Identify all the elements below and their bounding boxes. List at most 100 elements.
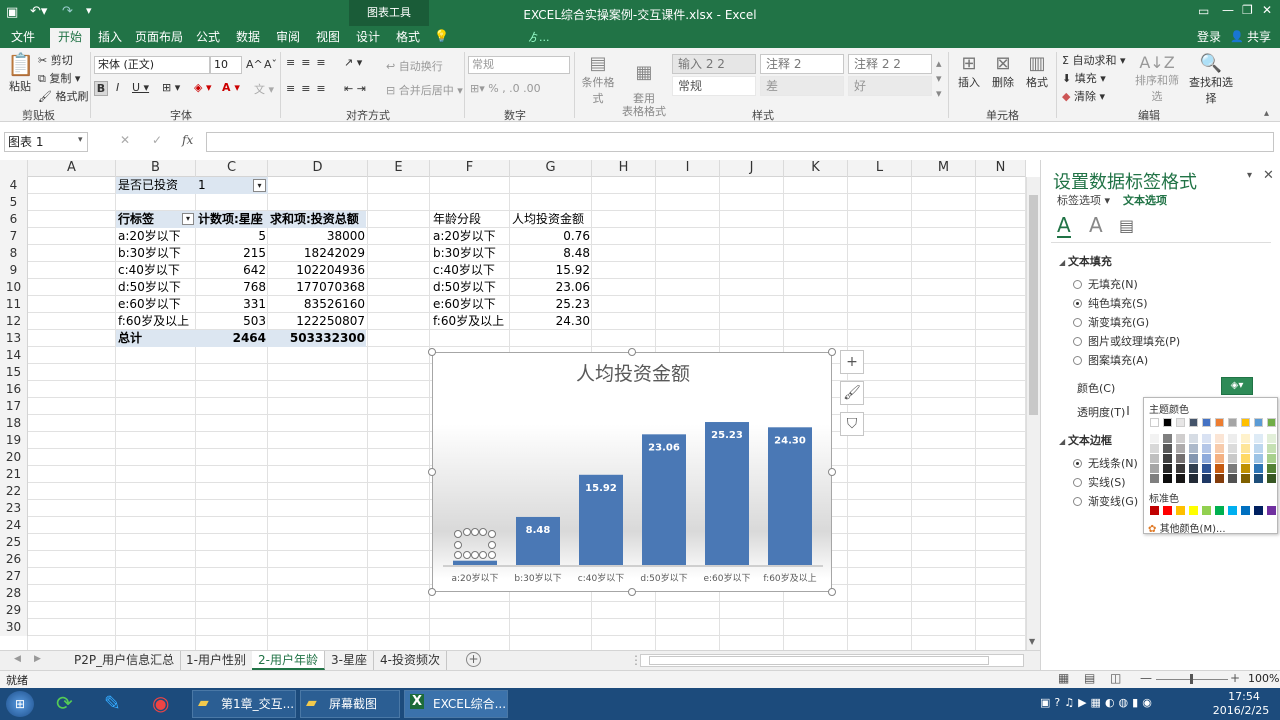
color-swatch[interactable] bbox=[1202, 474, 1211, 483]
standard-color-swatch[interactable] bbox=[1150, 506, 1159, 515]
style-good[interactable]: 好 bbox=[848, 76, 932, 96]
label-selection-handle[interactable] bbox=[471, 551, 479, 559]
normal-view-icon[interactable]: ▦ bbox=[1058, 671, 1069, 685]
pivot-sum[interactable]: 38000 bbox=[268, 228, 365, 245]
cancel-icon[interactable]: ✕ bbox=[120, 133, 130, 147]
row-header[interactable]: 5 bbox=[0, 194, 28, 211]
standard-color-swatch[interactable] bbox=[1163, 506, 1172, 515]
row-header[interactable]: 25 bbox=[0, 534, 28, 551]
maximize-icon[interactable]: ❐ bbox=[1242, 3, 1253, 17]
color-swatch[interactable] bbox=[1176, 418, 1185, 427]
undo-icon[interactable]: ↶▾ bbox=[30, 4, 47, 19]
sheet-next-icon[interactable]: ▶ bbox=[34, 654, 41, 664]
pivot-count[interactable]: 215 bbox=[196, 245, 266, 262]
autosum-button[interactable]: Σ 自动求和 ▾ bbox=[1062, 52, 1125, 68]
color-swatch[interactable] bbox=[1150, 454, 1159, 463]
resize-handle[interactable] bbox=[828, 588, 836, 596]
col-header[interactable]: N bbox=[976, 160, 1026, 177]
border-gradient-option[interactable]: 渐变线(G) bbox=[1073, 493, 1138, 509]
fill-gradient-option[interactable]: 渐变填充(G) bbox=[1073, 314, 1149, 330]
avg-table-header[interactable]: 人均投资金额 bbox=[512, 211, 592, 228]
chart-bar[interactable] bbox=[453, 560, 497, 565]
tab-view[interactable]: 视图 bbox=[312, 28, 344, 48]
cut-button[interactable]: ✂ 剪切 bbox=[38, 52, 73, 68]
sheet-tab[interactable]: P2P_用户信息汇总 bbox=[68, 651, 182, 670]
pane-options-icon[interactable]: ▾ bbox=[1247, 170, 1252, 181]
row-label-dropdown-icon[interactable]: ▾ bbox=[182, 213, 194, 225]
color-swatch[interactable] bbox=[1189, 444, 1198, 453]
filter-value[interactable]: 1 bbox=[198, 177, 206, 194]
resize-handle[interactable] bbox=[628, 348, 636, 356]
color-swatch[interactable] bbox=[1163, 474, 1172, 483]
h-scroll-thumb[interactable] bbox=[649, 656, 989, 665]
chart-area[interactable]: 人均投资金额 a:20岁以下 8.48 b:30岁以下 15.92 c:40岁以下 23.… bbox=[432, 352, 832, 592]
col-header[interactable]: D bbox=[268, 160, 368, 177]
tab-page-layout[interactable]: 页面布局 bbox=[134, 28, 184, 48]
select-all-corner[interactable] bbox=[0, 160, 28, 177]
color-swatch[interactable] bbox=[1202, 464, 1211, 473]
color-swatch[interactable] bbox=[1202, 444, 1211, 453]
avg-table-label[interactable]: f:60岁及以上 bbox=[433, 313, 509, 330]
horizontal-scrollbar[interactable] bbox=[640, 654, 1024, 667]
color-swatch[interactable] bbox=[1150, 434, 1159, 443]
row-header[interactable]: 15 bbox=[0, 364, 28, 381]
font-size-select[interactable]: 10 bbox=[210, 56, 242, 74]
color-swatch[interactable] bbox=[1228, 454, 1237, 463]
avg-table-header[interactable]: 年龄分段 bbox=[433, 211, 509, 228]
color-swatch[interactable] bbox=[1215, 474, 1224, 483]
style-normal[interactable]: 常规 bbox=[672, 76, 756, 96]
col-header[interactable]: B bbox=[116, 160, 196, 177]
sheet-prev-icon[interactable]: ◀ bbox=[14, 654, 21, 664]
system-tray-icons[interactable]: ▣?♫▶▦◐◍▮◉ bbox=[1040, 696, 1156, 709]
color-swatch[interactable] bbox=[1150, 418, 1159, 427]
resize-handle[interactable] bbox=[628, 588, 636, 596]
merge-center-button[interactable]: ⊟ 合并后居中 ▾ bbox=[386, 82, 463, 98]
style-bad[interactable]: 差 bbox=[760, 76, 844, 96]
color-swatch[interactable] bbox=[1150, 464, 1159, 473]
pivot-row-label[interactable]: e:60岁以下 bbox=[118, 296, 196, 313]
start-button[interactable]: ⊞ bbox=[6, 691, 34, 717]
transparency-slider[interactable] bbox=[1127, 406, 1129, 415]
avg-table-value[interactable]: 0.76 bbox=[510, 228, 590, 245]
tell-me-icon[interactable]: 💡 bbox=[434, 29, 449, 43]
page-layout-view-icon[interactable]: ▤ bbox=[1084, 671, 1095, 685]
color-swatch[interactable] bbox=[1176, 444, 1185, 453]
redo-icon[interactable]: ↷ bbox=[62, 4, 73, 19]
find-select-button[interactable]: 🔍 查找和选择 bbox=[1184, 52, 1238, 105]
color-swatch[interactable] bbox=[1241, 464, 1250, 473]
row-header[interactable]: 14 bbox=[0, 347, 28, 364]
color-swatch[interactable] bbox=[1202, 454, 1211, 463]
avg-table-label[interactable]: e:60岁以下 bbox=[433, 296, 509, 313]
col-header[interactable]: F bbox=[430, 160, 510, 177]
pivot-sum[interactable]: 177070368 bbox=[268, 279, 365, 296]
tab-design[interactable]: 设计 bbox=[352, 28, 384, 48]
style-input22[interactable]: 输入 2 2 bbox=[672, 54, 756, 74]
tab-home[interactable]: 开始 bbox=[50, 28, 90, 48]
number-format-icons[interactable]: ⊞▾ % ‚ .0 .00 bbox=[470, 82, 541, 95]
pivot-sum[interactable]: 102204936 bbox=[268, 262, 365, 279]
color-swatch[interactable] bbox=[1189, 454, 1198, 463]
zoom-out-icon[interactable]: — bbox=[1140, 671, 1152, 685]
ribbon-display-icon[interactable]: ▭ bbox=[1198, 4, 1209, 18]
avg-table-value[interactable]: 23.06 bbox=[510, 279, 590, 296]
border-solid-option[interactable]: 实线(S) bbox=[1073, 474, 1126, 490]
chart-filter-icon[interactable]: ⛉ bbox=[840, 412, 864, 436]
color-swatch[interactable] bbox=[1241, 454, 1250, 463]
row-header[interactable]: 19 bbox=[0, 432, 28, 449]
pane-close-icon[interactable]: ✕ bbox=[1263, 168, 1274, 183]
standard-color-swatch[interactable] bbox=[1241, 506, 1250, 515]
color-swatch[interactable] bbox=[1241, 434, 1250, 443]
resize-handle[interactable] bbox=[828, 468, 836, 476]
orientation-icon[interactable]: ↗ ▾ bbox=[344, 56, 362, 69]
pivot-sum[interactable]: 18242029 bbox=[268, 245, 365, 262]
row-header[interactable]: 17 bbox=[0, 398, 28, 415]
phonetic-icon[interactable]: 文 ▾ bbox=[254, 81, 274, 97]
color-swatch[interactable] bbox=[1241, 418, 1250, 427]
border-none-option[interactable]: 无线条(N) bbox=[1073, 455, 1138, 471]
standard-color-swatch[interactable] bbox=[1267, 506, 1276, 515]
resize-handle[interactable] bbox=[428, 348, 436, 356]
page-break-view-icon[interactable]: ◫ bbox=[1110, 671, 1121, 685]
format-cells-button[interactable]: ▥ 格式 bbox=[1020, 52, 1054, 102]
row-header[interactable]: 8 bbox=[0, 245, 28, 262]
format-painter-button[interactable]: 🖌 格式刷 bbox=[38, 88, 88, 104]
